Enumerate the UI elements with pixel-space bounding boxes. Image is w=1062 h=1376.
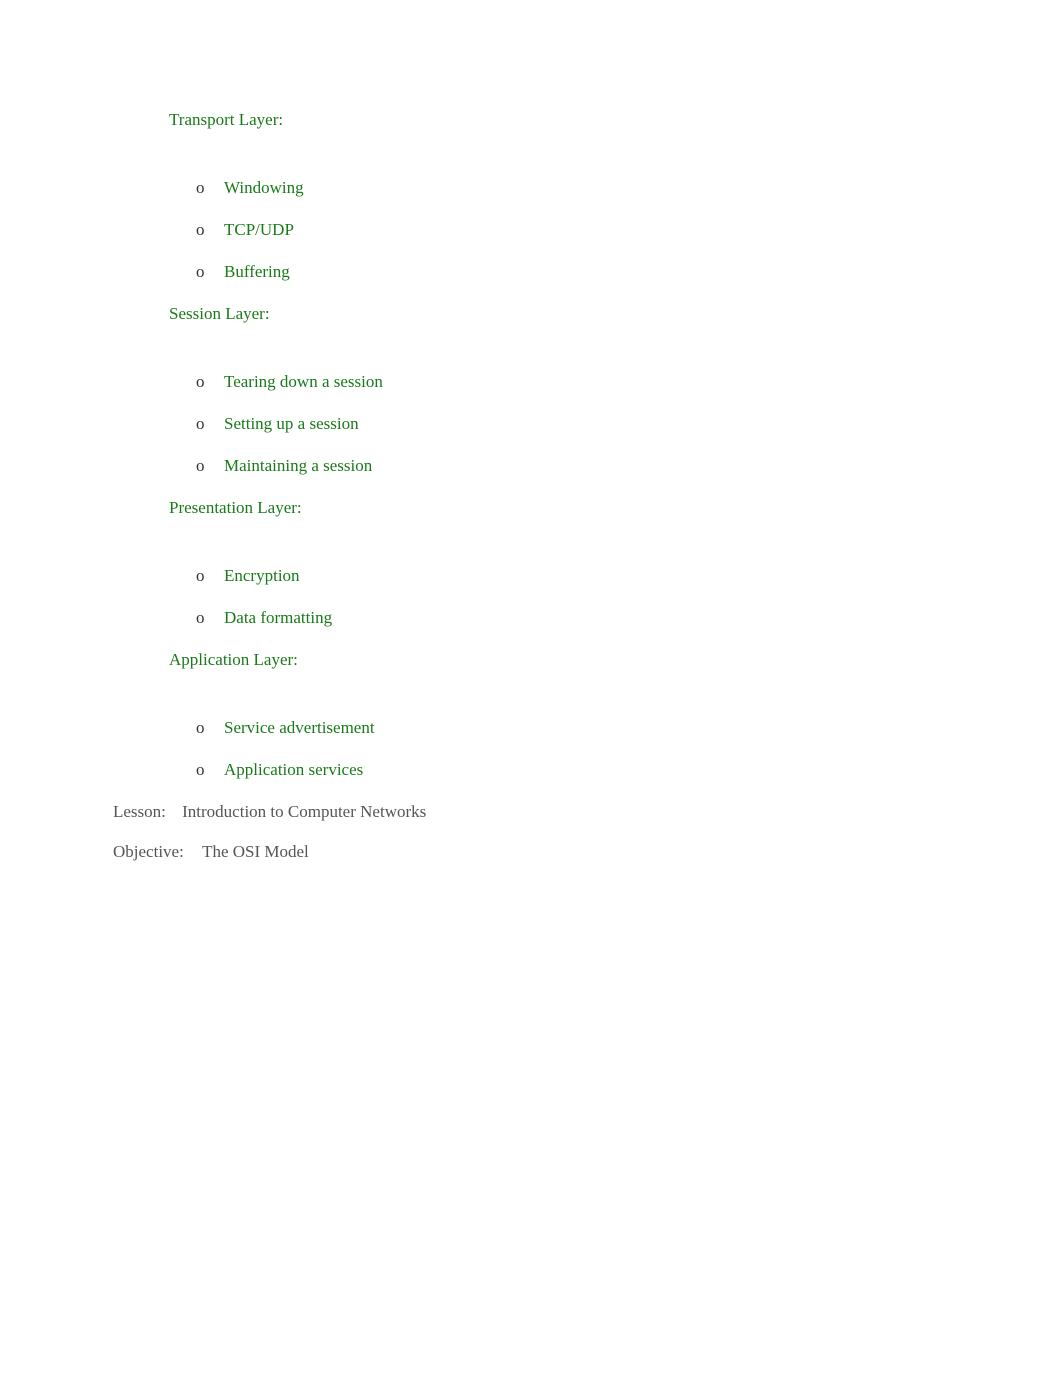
layer-header: Session Layer: [113, 304, 1002, 324]
layer-section-session: Session Layer: o Tearing down a session … [113, 304, 1002, 476]
lesson-value: Introduction to Computer Networks [182, 802, 426, 822]
lesson-label: Lesson: [113, 802, 166, 822]
list-item: o Service advertisement [113, 718, 1002, 738]
layer-section-transport: Transport Layer: o Windowing o TCP/UDP o… [113, 110, 1002, 282]
sub-bullet-icon: o [196, 414, 224, 434]
sub-bullet-icon: o [196, 178, 224, 198]
objective-label: Objective: [113, 842, 184, 862]
list-item: o Maintaining a session [113, 456, 1002, 476]
list-item: o Data formatting [113, 608, 1002, 628]
list-item: o Windowing [113, 178, 1002, 198]
sub-bullet-icon: o [196, 262, 224, 282]
sub-item-text: Encryption [224, 566, 300, 586]
layer-header: Transport Layer: [113, 110, 1002, 130]
objective-line: Objective: The OSI Model [113, 842, 1002, 862]
sub-item-text: TCP/UDP [224, 220, 294, 240]
sub-bullet-icon: o [196, 718, 224, 738]
sub-bullet-icon: o [196, 220, 224, 240]
sub-list: o Encryption o Data formatting [113, 566, 1002, 628]
list-item: o Tearing down a session [113, 372, 1002, 392]
sub-bullet-icon: o [196, 566, 224, 586]
sub-bullet-icon: o [196, 760, 224, 780]
list-item: o Application services [113, 760, 1002, 780]
list-item: o Encryption [113, 566, 1002, 586]
layer-section-application: Application Layer: o Service advertiseme… [113, 650, 1002, 780]
objective-value: The OSI Model [202, 842, 309, 862]
sub-bullet-icon: o [196, 608, 224, 628]
sub-item-text: Tearing down a session [224, 372, 383, 392]
sub-list: o Service advertisement o Application se… [113, 718, 1002, 780]
list-item: o Buffering [113, 262, 1002, 282]
list-item: o TCP/UDP [113, 220, 1002, 240]
list-item: o Setting up a session [113, 414, 1002, 434]
lesson-line: Lesson: Introduction to Computer Network… [113, 802, 1002, 822]
sub-bullet-icon: o [196, 372, 224, 392]
sub-list: o Windowing o TCP/UDP o Buffering [113, 178, 1002, 282]
layer-title: Presentation Layer: [169, 498, 302, 518]
layer-header: Presentation Layer: [113, 498, 1002, 518]
layer-section-presentation: Presentation Layer: o Encryption o Data … [113, 498, 1002, 628]
layer-title: Application Layer: [169, 650, 298, 670]
sub-item-text: Setting up a session [224, 414, 359, 434]
sub-item-text: Windowing [224, 178, 304, 198]
sub-bullet-icon: o [196, 456, 224, 476]
sub-item-text: Data formatting [224, 608, 332, 628]
layer-title: Transport Layer: [169, 110, 283, 130]
sub-item-text: Maintaining a session [224, 456, 372, 476]
sub-item-text: Service advertisement [224, 718, 375, 738]
layer-header: Application Layer: [113, 650, 1002, 670]
sub-item-text: Application services [224, 760, 363, 780]
sub-list: o Tearing down a session o Setting up a … [113, 372, 1002, 476]
layer-title: Session Layer: [169, 304, 270, 324]
sub-item-text: Buffering [224, 262, 290, 282]
